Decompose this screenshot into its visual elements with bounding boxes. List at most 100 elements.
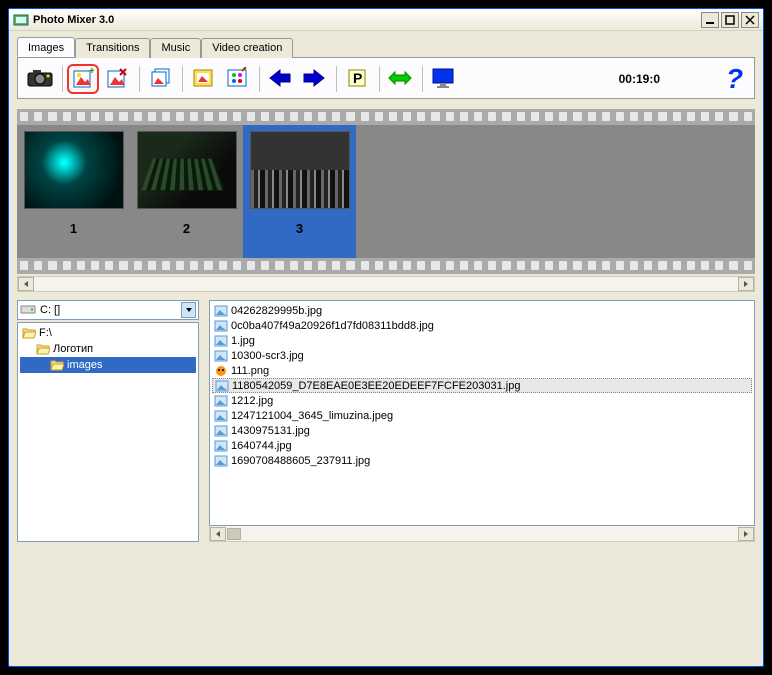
scroll-left-button[interactable]	[18, 277, 34, 291]
camera-icon	[27, 68, 53, 91]
frame-1[interactable]: 1	[17, 125, 130, 258]
paint-icon	[226, 67, 248, 92]
tab-music[interactable]: Music	[150, 38, 201, 58]
tab-images[interactable]: Images	[17, 37, 75, 57]
stack-icon	[149, 67, 171, 92]
file-name: 1180542059_D7E8EAE0E3EE20EDEEF7FCFE20303…	[232, 380, 520, 392]
file-list-scrollbar[interactable]	[209, 526, 755, 542]
file-item[interactable]: 10300-scr3.jpg	[212, 348, 752, 363]
filmstrip-frames: 1 2 3	[17, 125, 755, 258]
scroll-left-button[interactable]	[210, 527, 226, 541]
prev-button[interactable]	[264, 64, 296, 94]
titlebar: Photo Mixer 3.0	[9, 9, 763, 31]
folder-open-icon	[50, 359, 64, 371]
frame-thumbnail	[137, 131, 237, 209]
preview-button[interactable]	[427, 64, 459, 94]
folder-tree[interactable]: F:\Логотип images	[17, 322, 199, 542]
monitor-icon	[431, 67, 455, 92]
remove-image-icon	[106, 67, 128, 92]
file-name: 10300-scr3.jpg	[231, 350, 304, 362]
minimize-button[interactable]	[701, 12, 719, 28]
drive-dropdown-button[interactable]	[181, 302, 196, 318]
file-icon	[214, 395, 228, 407]
frame-3[interactable]: 3	[243, 125, 356, 258]
file-name: 04262829995b.jpg	[231, 305, 322, 317]
file-item[interactable]: 111.png	[212, 363, 752, 378]
file-item[interactable]: 1247121004_3645_limuzina.jpeg	[212, 408, 752, 423]
scroll-thumb[interactable]	[227, 528, 241, 540]
app-icon	[13, 12, 29, 28]
file-item[interactable]: 04262829995b.jpg	[212, 303, 752, 318]
frame-thumbnail	[250, 131, 350, 209]
arrow-right-icon	[302, 68, 326, 91]
close-button[interactable]	[741, 12, 759, 28]
filmstrip-perforation-top	[17, 109, 755, 125]
file-item[interactable]: 1.jpg	[212, 333, 752, 348]
drive-selector[interactable]: C: []	[17, 300, 199, 320]
add-image-button[interactable]: +	[67, 64, 99, 94]
file-item[interactable]: 1430975131.jpg	[212, 423, 752, 438]
folder-panel: C: [] F:\Логотип images	[17, 300, 199, 542]
file-name: 1690708488605_237911.jpg	[231, 455, 370, 467]
file-browser: C: [] F:\Логотип images 04262829995b.jpg0…	[17, 300, 755, 542]
tree-item[interactable]: Логотип	[20, 341, 196, 357]
filmstrip: 1 2 3	[17, 109, 755, 274]
effects-button[interactable]	[221, 64, 253, 94]
maximize-button[interactable]	[721, 12, 739, 28]
folder-open-icon	[36, 343, 50, 355]
help-icon: ?	[722, 64, 746, 95]
folder-open-icon	[22, 327, 36, 339]
duration-display: 00:19:0	[619, 72, 660, 86]
drive-icon	[20, 303, 36, 318]
film-image-icon	[192, 67, 214, 92]
tab-transitions[interactable]: Transitions	[75, 38, 150, 58]
file-list[interactable]: 04262829995b.jpg0c0ba407f49a20926f1d7fd0…	[209, 300, 755, 526]
arrow-left-icon	[268, 68, 292, 91]
file-item[interactable]: 0c0ba407f49a20926f1d7fd08311bdd8.jpg	[212, 318, 752, 333]
frame-2[interactable]: 2	[130, 125, 243, 258]
file-name: 1430975131.jpg	[231, 425, 310, 437]
swap-button[interactable]	[384, 64, 416, 94]
window-title: Photo Mixer 3.0	[33, 14, 699, 26]
help-button[interactable]: ?	[720, 65, 748, 93]
file-name: 1.jpg	[231, 335, 255, 347]
tree-item[interactable]: images	[20, 357, 196, 373]
file-icon	[215, 380, 229, 392]
frame-number: 1	[70, 221, 77, 236]
scroll-track[interactable]	[34, 277, 738, 291]
tree-item-label: Логотип	[53, 343, 93, 355]
file-icon	[214, 425, 228, 437]
add-image-icon: +	[72, 67, 94, 92]
file-item[interactable]: 1640744.jpg	[212, 438, 752, 453]
file-item[interactable]: 1212.jpg	[212, 393, 752, 408]
file-item[interactable]: 1180542059_D7E8EAE0E3EE20EDEEF7FCFE20303…	[212, 378, 752, 393]
tab-video-creation[interactable]: Video creation	[201, 38, 293, 58]
drive-label: C: []	[40, 304, 60, 316]
batch-button[interactable]	[144, 64, 176, 94]
file-icon	[214, 410, 228, 422]
svg-text:P: P	[353, 70, 362, 86]
file-name: 111.png	[231, 365, 269, 377]
tab-bar: Images Transitions Music Video creation	[17, 37, 755, 58]
filmstrip-scrollbar[interactable]	[17, 276, 755, 292]
p-icon: P	[346, 67, 368, 92]
transition-image-button[interactable]	[187, 64, 219, 94]
remove-image-button[interactable]	[101, 64, 133, 94]
filmstrip-empty[interactable]	[356, 125, 755, 258]
file-icon	[214, 365, 228, 377]
scroll-right-button[interactable]	[738, 527, 754, 541]
file-panel: 04262829995b.jpg0c0ba407f49a20926f1d7fd0…	[209, 300, 755, 542]
file-icon	[214, 320, 228, 332]
tree-item[interactable]: F:\	[20, 325, 196, 341]
filmstrip-perforation-bottom	[17, 258, 755, 274]
next-button[interactable]	[298, 64, 330, 94]
app-window: Photo Mixer 3.0 Images Transitions Music…	[8, 8, 764, 667]
scroll-right-button[interactable]	[738, 277, 754, 291]
tree-item-label: F:\	[39, 327, 52, 339]
file-item[interactable]: 1690708488605_237911.jpg	[212, 453, 752, 468]
file-name: 1212.jpg	[231, 395, 273, 407]
capture-button[interactable]	[24, 64, 56, 94]
properties-button[interactable]: P	[341, 64, 373, 94]
file-icon	[214, 440, 228, 452]
file-icon	[214, 455, 228, 467]
